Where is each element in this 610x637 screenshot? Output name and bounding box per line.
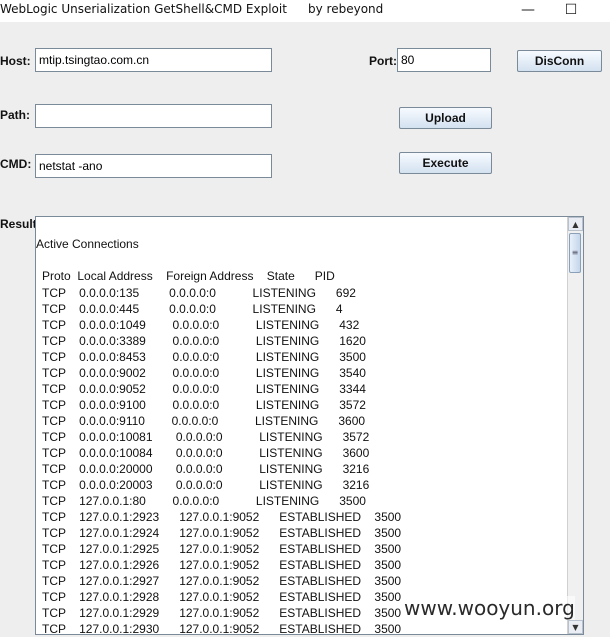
connection-row: TCP 0.0.0.0:3389 0.0.0.0:0 LISTENING 162… (42, 334, 366, 348)
minimize-button[interactable]: — (505, 0, 551, 22)
scrollbar-thumb[interactable]: ≡ (569, 233, 581, 273)
connection-row: TCP 127.0.0.1:2924 127.0.0.1:9052 ESTABL… (42, 526, 402, 540)
port-label: Port: (369, 54, 397, 68)
scroll-up-icon[interactable]: ▲ (568, 217, 583, 231)
disconnect-button[interactable]: DisConn (517, 50, 602, 72)
connection-row: TCP 127.0.0.1:2930 127.0.0.1:9052 ESTABL… (42, 622, 402, 635)
connection-row: TCP 0.0.0.0:9100 0.0.0.0:0 LISTENING 357… (42, 398, 366, 412)
connection-row: TCP 0.0.0.0:10081 0.0.0.0:0 LISTENING 35… (42, 430, 370, 444)
scroll-down-icon[interactable]: ▼ (568, 620, 583, 634)
host-input[interactable] (35, 48, 272, 72)
connection-row: TCP 127.0.0.1:2928 127.0.0.1:9052 ESTABL… (42, 590, 402, 604)
connection-row: TCP 0.0.0.0:9052 0.0.0.0:0 LISTENING 334… (42, 382, 366, 396)
connection-row: TCP 0.0.0.0:135 0.0.0.0:0 LISTENING 692 (42, 286, 356, 300)
connection-row: TCP 0.0.0.0:8453 0.0.0.0:0 LISTENING 350… (42, 350, 366, 364)
connection-row: TCP 127.0.0.1:80 0.0.0.0:0 LISTENING 350… (42, 494, 366, 508)
connection-list: TCP 0.0.0.0:135 0.0.0.0:0 LISTENING 692 T… (42, 285, 402, 635)
connection-row: TCP 127.0.0.1:2923 127.0.0.1:9052 ESTABL… (42, 510, 402, 524)
watermark: www.wooyun.org (404, 596, 575, 620)
execute-button[interactable]: Execute (399, 152, 492, 174)
cmd-label: CMD: (0, 157, 32, 171)
result-textarea[interactable]: Active Connections Proto Local Address F… (35, 216, 584, 635)
title-bar: WebLogic Unserialization GetShell&CMD Ex… (0, 0, 610, 22)
cmd-input[interactable] (35, 154, 272, 178)
connection-row: TCP 0.0.0.0:445 0.0.0.0:0 LISTENING 4 (42, 302, 343, 316)
connection-row: TCP 127.0.0.1:2927 127.0.0.1:9052 ESTABL… (42, 574, 402, 588)
connection-row: TCP 0.0.0.0:20003 0.0.0.0:0 LISTENING 32… (42, 478, 370, 492)
connection-row: TCP 0.0.0.0:20000 0.0.0.0:0 LISTENING 32… (42, 462, 370, 476)
connection-row: TCP 0.0.0.0:9002 0.0.0.0:0 LISTENING 354… (42, 366, 366, 380)
path-label: Path: (0, 108, 30, 122)
result-heading: Active Connections (36, 237, 139, 251)
window-author: by rebeyond (308, 2, 384, 16)
vertical-scrollbar[interactable]: ▲ ≡ ▼ (567, 217, 583, 634)
path-input[interactable] (35, 104, 272, 128)
connection-row: TCP 127.0.0.1:2929 127.0.0.1:9052 ESTABL… (42, 606, 402, 620)
port-input[interactable] (397, 48, 491, 72)
connection-row: TCP 0.0.0.0:10084 0.0.0.0:0 LISTENING 36… (42, 446, 370, 460)
window-title: WebLogic Unserialization GetShell&CMD Ex… (0, 2, 287, 16)
result-column-headers: Proto Local Address Foreign Address Stat… (42, 269, 335, 283)
upload-button[interactable]: Upload (399, 107, 492, 129)
connection-row: TCP 0.0.0.0:1049 0.0.0.0:0 LISTENING 432 (42, 318, 360, 332)
host-label: Host: (0, 54, 31, 68)
connection-row: TCP 127.0.0.1:2925 127.0.0.1:9052 ESTABL… (42, 542, 402, 556)
connection-row: TCP 127.0.0.1:2926 127.0.0.1:9052 ESTABL… (42, 558, 402, 572)
maximize-button[interactable]: ☐ (548, 0, 594, 22)
connection-row: TCP 0.0.0.0:9110 0.0.0.0:0 LISTENING 360… (42, 414, 366, 428)
